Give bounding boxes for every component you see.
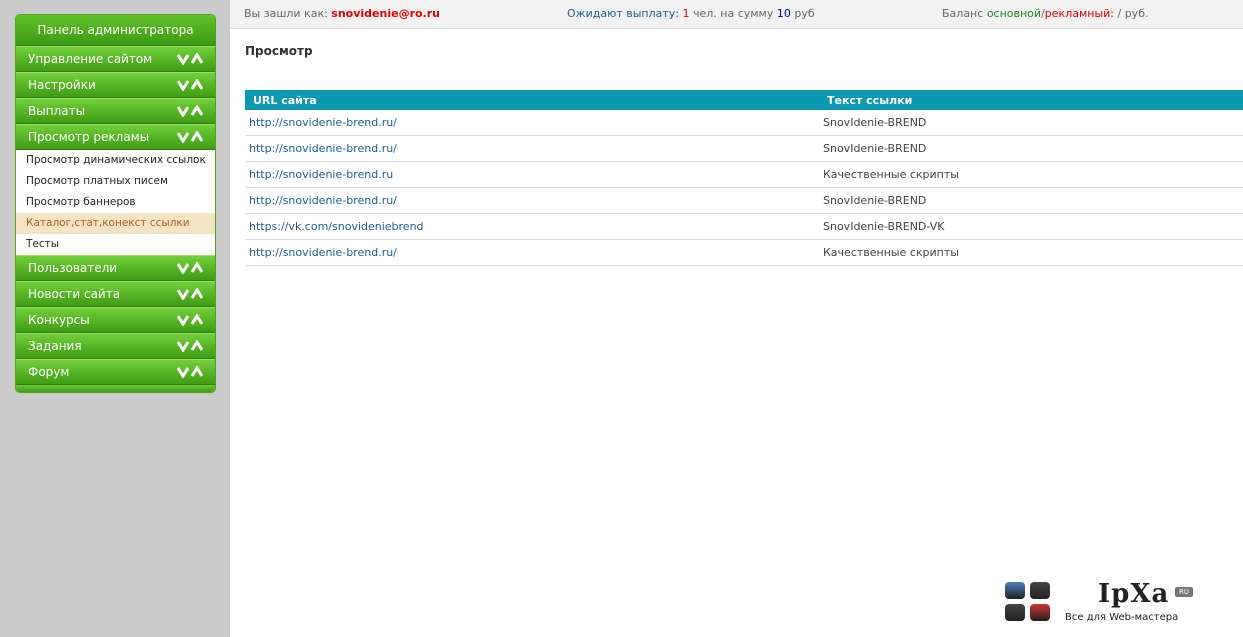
- page-title: Просмотр: [245, 44, 313, 58]
- menu-settings[interactable]: Настройки: [16, 72, 215, 98]
- menu-tasks[interactable]: Задания: [16, 333, 215, 359]
- menu-site-management[interactable]: Управление сайтом: [16, 46, 215, 72]
- logo-badge: RU: [1175, 587, 1193, 597]
- toggle-chevrons-icon: [177, 314, 203, 326]
- toggle-chevrons-icon: [177, 340, 203, 352]
- row-url-link[interactable]: https://vk.com/snovideniebrend: [245, 213, 819, 240]
- admin-panel-menu: Панель администратора Управление сайтом …: [15, 14, 216, 393]
- submenu-tests[interactable]: Тесты: [16, 234, 215, 255]
- current-user: snovidenie@ro.ru: [331, 7, 440, 20]
- payout-unit: руб: [794, 7, 815, 20]
- toggle-chevrons-icon: [177, 288, 203, 300]
- payout-sum: 10: [776, 7, 791, 20]
- balance-label: Баланс: [942, 7, 984, 20]
- payout-mid-text: чел. на сумму: [692, 7, 774, 20]
- balance-main-label: основной: [986, 7, 1042, 20]
- table-header-row: URL сайта Текст ссылки: [245, 90, 1243, 110]
- menu-label: Конкурсы: [28, 313, 90, 327]
- payout-count: 1: [682, 7, 690, 20]
- toggle-chevrons-icon: [177, 366, 203, 378]
- logo-square-dark: [1005, 604, 1025, 621]
- payout-label: Ожидают выплату:: [567, 7, 679, 20]
- row-link-text: SnovIdenie-BREND-VK: [819, 213, 1243, 240]
- balance-value: / руб.: [1117, 7, 1149, 20]
- row-link-text: Качественные скрипты: [819, 161, 1243, 188]
- table-row: http://snovidenie-brend.ru/SnovIdenie-BR…: [245, 187, 1243, 214]
- toggle-chevrons-icon: [177, 79, 203, 91]
- toggle-chevrons-icon: [177, 131, 203, 143]
- logo-square-blue: [1005, 582, 1025, 599]
- ipxa-logo: IpXa RU Все для Web-мастера: [1003, 579, 1203, 629]
- logo-name: IpXa: [1098, 579, 1170, 609]
- menu-label: Пользователи: [28, 261, 118, 275]
- toggle-chevrons-icon: [177, 53, 203, 65]
- panel-footer: [16, 385, 215, 392]
- menu-site-news[interactable]: Новости сайта: [16, 281, 215, 307]
- toggle-chevrons-icon: [177, 105, 203, 117]
- links-table: URL сайта Текст ссылки http://snovidenie…: [245, 90, 1243, 266]
- logged-in-label: Вы зашли как:: [244, 7, 328, 20]
- row-url-link[interactable]: http://snovidenie-brend.ru/: [245, 187, 819, 214]
- column-header-url: URL сайта: [245, 90, 819, 110]
- menu-label: Настройки: [28, 78, 96, 92]
- logo-square-dark: [1030, 582, 1050, 599]
- ad-view-submenu: Просмотр динамических ссылок Просмотр пл…: [16, 150, 215, 255]
- menu-users[interactable]: Пользователи: [16, 255, 215, 281]
- row-link-text: SnovIdenie-BREND: [819, 135, 1243, 162]
- row-url-link[interactable]: http://snovidenie-brend.ru/: [245, 110, 819, 136]
- submenu-catalog-links[interactable]: Каталог,стат,конекст ссылки: [16, 213, 215, 234]
- submenu-banners[interactable]: Просмотр баннеров: [16, 192, 215, 213]
- menu-label: Просмотр рекламы: [28, 130, 150, 144]
- logo-tagline: Все для Web-мастера: [1065, 612, 1179, 623]
- row-link-text: SnovIdenie-BREND: [819, 110, 1243, 136]
- admin-panel-title: Панель администратора: [16, 15, 215, 46]
- row-url-link[interactable]: http://snovidenie-brend.ru/: [245, 135, 819, 162]
- balance-info: Баланс основной/рекламный: / руб.: [942, 0, 1148, 28]
- menu-payouts[interactable]: Выплаты: [16, 98, 215, 124]
- top-status-bar: Вы зашли как: snovidenie@ro.ru Ожидают в…: [230, 0, 1243, 29]
- table-row: https://vk.com/snovideniebrend SnovIdenie…: [245, 213, 1243, 240]
- menu-forum[interactable]: Форум: [16, 359, 215, 385]
- menu-label: Управление сайтом: [28, 52, 153, 66]
- logo-square-red: [1030, 604, 1050, 621]
- table-row: http://snovidenie-brend.ru/Качественные …: [245, 239, 1243, 266]
- logged-in-info: Вы зашли как: snovidenie@ro.ru: [244, 0, 440, 28]
- pending-payouts: Ожидают выплату: 1 чел. на сумму 10 руб: [567, 0, 815, 28]
- row-link-text: SnovIdenie-BREND: [819, 187, 1243, 214]
- row-link-text: Качественные скрипты: [819, 239, 1243, 266]
- table-row: http://snovidenie-brend.ru/SnovIdenie-BR…: [245, 110, 1243, 136]
- balance-ad-label: рекламный:: [1044, 7, 1114, 20]
- main-content: Просмотр URL сайта Текст ссылки http://s…: [245, 28, 1243, 266]
- submenu-dynamic-links[interactable]: Просмотр динамических ссылок: [16, 150, 215, 171]
- toggle-chevrons-icon: [177, 262, 203, 274]
- table-row: http://snovidenie-brend.ru Качественные с…: [245, 161, 1243, 188]
- menu-label: Новости сайта: [28, 287, 121, 301]
- menu-contests[interactable]: Конкурсы: [16, 307, 215, 333]
- row-url-link[interactable]: http://snovidenie-brend.ru/: [245, 239, 819, 266]
- column-header-link-text: Текст ссылки: [819, 90, 1243, 110]
- menu-label: Выплаты: [28, 104, 86, 118]
- submenu-paid-letters[interactable]: Просмотр платных писем: [16, 171, 215, 192]
- menu-label: Форум: [28, 365, 70, 379]
- table-row: http://snovidenie-brend.ru/SnovIdenie-BR…: [245, 135, 1243, 162]
- row-url-link[interactable]: http://snovidenie-brend.ru: [245, 161, 819, 188]
- menu-label: Задания: [28, 339, 82, 353]
- menu-ad-view[interactable]: Просмотр рекламы: [16, 124, 215, 150]
- table-body: http://snovidenie-brend.ru/SnovIdenie-BR…: [245, 110, 1243, 266]
